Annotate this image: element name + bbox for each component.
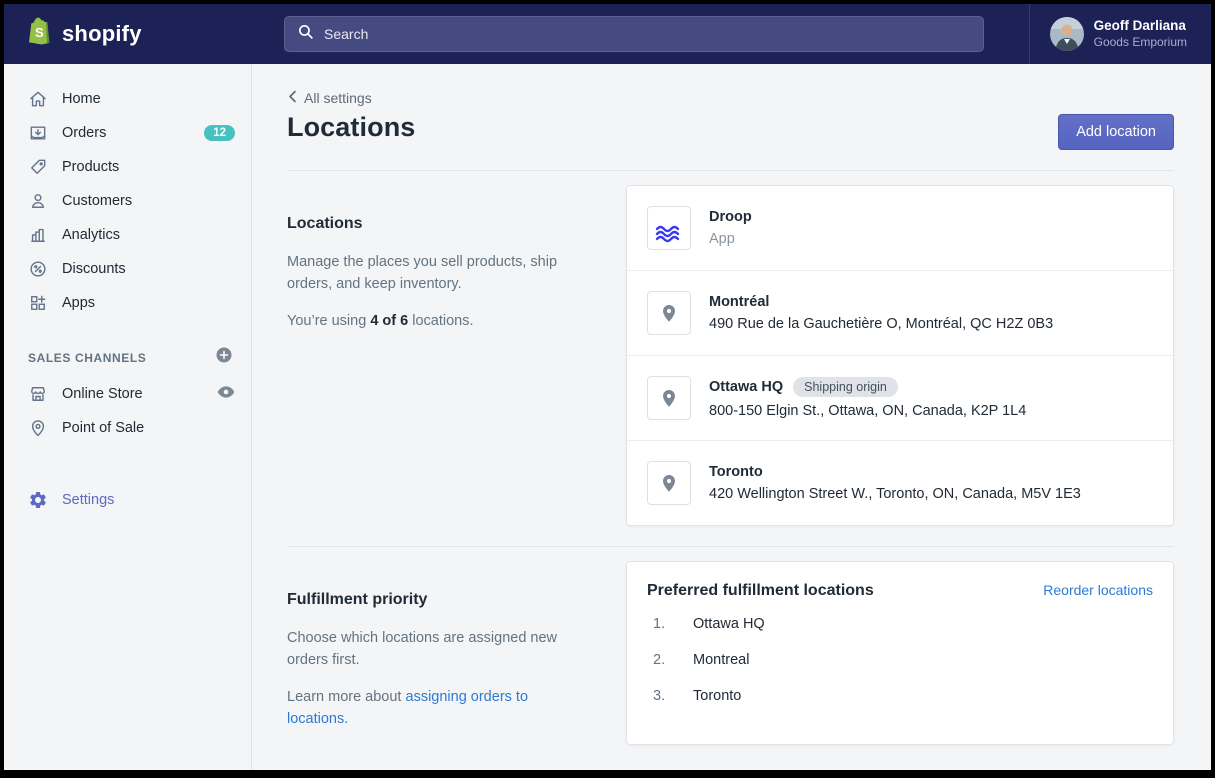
pin-icon xyxy=(647,376,691,420)
sidebar-item-settings[interactable]: Settings xyxy=(4,483,251,517)
sidebar-item-products[interactable]: Products xyxy=(4,150,251,184)
sidebar-item-customers[interactable]: Customers xyxy=(4,184,251,218)
priority-location-name: Toronto xyxy=(693,688,741,704)
fulfillment-section-info: Fulfillment priority Choose which locati… xyxy=(287,561,589,745)
sidebar-item-label: Products xyxy=(62,159,235,175)
priority-location-name: Ottawa HQ xyxy=(693,616,765,632)
tag-icon xyxy=(28,157,48,177)
main-content: All settings Locations Add location Loca… xyxy=(252,64,1211,770)
locations-card: Droop App Montréal 490 Rue de la Gauchet… xyxy=(626,185,1174,526)
breadcrumb[interactable]: All settings xyxy=(287,90,372,106)
search-icon xyxy=(297,23,314,45)
breadcrumb-label: All settings xyxy=(304,90,372,106)
location-address: 490 Rue de la Gauchetière O, Montréal, Q… xyxy=(709,316,1053,332)
sidebar: Home Orders 12 Products Customers xyxy=(4,64,252,770)
locations-section-description: Manage the places you sell products, shi… xyxy=(287,251,589,296)
sidebar-item-analytics[interactable]: Analytics xyxy=(4,218,251,252)
apps-grid-icon xyxy=(28,293,48,313)
sidebar-item-label: Settings xyxy=(62,492,235,508)
priority-number: 1. xyxy=(653,616,669,632)
bar-chart-icon xyxy=(28,225,48,245)
preferred-locations-heading: Preferred fulfillment locations xyxy=(647,582,874,600)
priority-number: 3. xyxy=(653,688,669,704)
location-address: 800-150 Elgin St., Ottawa, ON, Canada, K… xyxy=(709,403,1026,419)
pin-icon xyxy=(647,461,691,505)
priority-item-1: 1. Ottawa HQ xyxy=(647,606,1153,642)
droop-app-icon xyxy=(647,206,691,250)
storefront-icon xyxy=(28,384,48,404)
sidebar-item-label: Discounts xyxy=(62,261,235,277)
pin-outline-icon xyxy=(28,418,48,438)
topbar: S shopify xyxy=(4,4,1211,64)
svg-text:S: S xyxy=(35,25,44,40)
location-address: 420 Wellington Street W., Toronto, ON, C… xyxy=(709,486,1081,502)
pin-icon xyxy=(647,291,691,335)
orders-count-badge: 12 xyxy=(204,125,235,141)
fulfillment-heading: Fulfillment priority xyxy=(287,591,589,609)
chevron-left-icon xyxy=(287,90,298,106)
location-row-montreal[interactable]: Montréal 490 Rue de la Gauchetière O, Mo… xyxy=(627,271,1173,356)
gear-icon xyxy=(28,490,48,510)
user-menu[interactable]: Geoff Darliana Goods Emporium xyxy=(1029,4,1211,64)
location-name: Montréal xyxy=(709,294,769,310)
sidebar-item-home[interactable]: Home xyxy=(4,82,251,116)
percent-icon xyxy=(28,259,48,279)
priority-item-2: 2. Montreal xyxy=(647,642,1153,678)
search-input[interactable] xyxy=(324,26,971,42)
priority-number: 2. xyxy=(653,652,669,668)
user-store: Goods Emporium xyxy=(1094,35,1187,50)
orders-icon xyxy=(28,123,48,143)
sidebar-item-label: Orders xyxy=(62,125,190,141)
sidebar-item-point-of-sale[interactable]: Point of Sale xyxy=(4,411,251,445)
view-store-eye-icon[interactable] xyxy=(217,385,235,404)
reorder-locations-link[interactable]: Reorder locations xyxy=(1043,582,1153,598)
page-title: Locations xyxy=(287,112,415,143)
sales-channels-label: SALES CHANNELS xyxy=(28,351,146,365)
home-icon xyxy=(28,89,48,109)
locations-section: Locations Manage the places you sell pro… xyxy=(287,171,1174,526)
shipping-origin-badge: Shipping origin xyxy=(793,377,898,397)
location-row-toronto[interactable]: Toronto 420 Wellington Street W., Toront… xyxy=(627,441,1173,525)
sidebar-item-label: Online Store xyxy=(62,386,203,402)
add-location-button[interactable]: Add location xyxy=(1058,114,1174,150)
add-channel-button[interactable] xyxy=(215,346,233,369)
priority-item-3: 3. Toronto xyxy=(647,678,1153,714)
fulfillment-section: Fulfillment priority Choose which locati… xyxy=(287,547,1174,745)
sidebar-item-label: Home xyxy=(62,91,235,107)
location-subtitle: App xyxy=(709,231,752,247)
search-box[interactable] xyxy=(284,16,984,52)
sidebar-item-label: Point of Sale xyxy=(62,420,235,436)
shopify-logo[interactable]: S shopify xyxy=(4,16,252,53)
location-name: Toronto xyxy=(709,464,763,480)
sidebar-item-label: Apps xyxy=(62,295,235,311)
location-name: Droop xyxy=(709,209,752,225)
person-icon xyxy=(28,191,48,211)
fulfillment-description: Choose which locations are assigned new … xyxy=(287,627,589,672)
location-name: Ottawa HQ xyxy=(709,379,783,395)
app-window: S shopify xyxy=(4,4,1211,770)
avatar xyxy=(1050,17,1084,51)
user-name: Geoff Darliana xyxy=(1094,18,1187,35)
location-row-ottawa-hq[interactable]: Ottawa HQ Shipping origin 800-150 Elgin … xyxy=(627,356,1173,441)
sidebar-item-online-store[interactable]: Online Store xyxy=(4,377,251,411)
locations-usage-text: You’re using 4 of 6 locations. xyxy=(287,310,589,332)
locations-usage-count: 4 of 6 xyxy=(370,313,408,329)
location-row-droop[interactable]: Droop App xyxy=(627,186,1173,271)
sales-channels-header: SALES CHANNELS xyxy=(4,320,251,377)
sidebar-item-label: Analytics xyxy=(62,227,235,243)
search-section xyxy=(252,16,1029,52)
priority-location-name: Montreal xyxy=(693,652,749,668)
sidebar-item-label: Customers xyxy=(62,193,235,209)
preferred-locations-card: Preferred fulfillment locations Reorder … xyxy=(626,561,1174,745)
shopify-bag-icon: S xyxy=(26,16,54,53)
sidebar-item-orders[interactable]: Orders 12 xyxy=(4,116,251,150)
sidebar-item-apps[interactable]: Apps xyxy=(4,286,251,320)
locations-section-heading: Locations xyxy=(287,215,589,233)
shopify-wordmark: shopify xyxy=(62,21,142,47)
sidebar-item-discounts[interactable]: Discounts xyxy=(4,252,251,286)
user-info: Geoff Darliana Goods Emporium xyxy=(1094,18,1187,50)
locations-section-info: Locations Manage the places you sell pro… xyxy=(287,185,589,526)
fulfillment-learn-more: Learn more about assigning orders to loc… xyxy=(287,686,589,731)
